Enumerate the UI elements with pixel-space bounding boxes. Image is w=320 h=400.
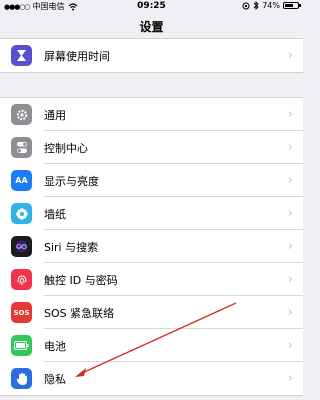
page-title: 设置: [139, 20, 164, 34]
battery-indicator: [283, 2, 301, 9]
chevron-right-icon: ›: [287, 48, 293, 63]
battery-icon: [11, 335, 32, 356]
settings-row-label: 显示与亮度: [44, 174, 99, 188]
settings-row-battery[interactable]: 电池 ›: [0, 329, 303, 362]
chevron-right-icon: ›: [287, 338, 293, 353]
chevron-right-icon: ›: [287, 305, 293, 320]
settings-row-label: SOS 紧急联络: [44, 306, 115, 320]
toggles-icon: [11, 137, 32, 158]
settings-row-label: 墙纸: [44, 207, 66, 221]
settings-row-control-center[interactable]: 控制中心 ›: [0, 131, 303, 164]
settings-row-label: 隐私: [44, 372, 66, 386]
text-size-glyph: AA: [15, 176, 28, 185]
status-right: 74%: [242, 1, 301, 10]
settings-row-display-brightness[interactable]: AA 显示与亮度 ›: [0, 164, 303, 197]
rotation-lock-icon: [242, 2, 250, 9]
hourglass-icon: [11, 45, 32, 66]
chevron-right-icon: ›: [287, 173, 293, 188]
battery-fill: [285, 4, 294, 7]
settings-row-label: 控制中心: [44, 141, 88, 155]
chevron-right-icon: ›: [287, 371, 293, 386]
general-settings-group: 通用 › 控制中心 › AA 显示与亮度 › 墙纸 › Siri 与搜索 › 触…: [0, 97, 303, 396]
bluetooth-icon: [253, 1, 259, 10]
screen-time-group: 屏幕使用时间 ›: [0, 38, 303, 73]
settings-row-touch-id-passcode[interactable]: 触控 ID 与密码 ›: [0, 263, 303, 296]
chevron-right-icon: ›: [287, 239, 293, 254]
status-bar: ●●●○○ 中国电信 09:25 74%: [0, 0, 303, 14]
flower-icon: [11, 203, 32, 224]
settings-row-wallpaper[interactable]: 墙纸 ›: [0, 197, 303, 230]
chevron-right-icon: ›: [287, 272, 293, 287]
settings-row-privacy[interactable]: 隐私 ›: [0, 362, 303, 395]
hand-icon: [11, 368, 32, 389]
settings-row-label: Siri 与搜索: [44, 240, 99, 254]
chevron-right-icon: ›: [287, 206, 293, 221]
gear-icon: [11, 104, 32, 125]
sos-glyph: SOS: [13, 308, 30, 317]
fingerprint-icon: [11, 269, 32, 290]
siri-icon: [11, 236, 32, 257]
settings-row-label: 屏幕使用时间: [44, 49, 110, 63]
sos-icon: SOS: [11, 302, 32, 323]
settings-row-emergency-sos[interactable]: SOS SOS 紧急联络 ›: [0, 296, 303, 329]
settings-row-label: 触控 ID 与密码: [44, 273, 118, 287]
text-size-icon: AA: [11, 170, 32, 191]
chevron-right-icon: ›: [287, 107, 293, 122]
settings-row-label: 通用: [44, 108, 66, 122]
battery-percent: 74%: [262, 1, 280, 10]
settings-row-screen-time[interactable]: 屏幕使用时间 ›: [0, 39, 303, 72]
settings-row-siri-search[interactable]: Siri 与搜索 ›: [0, 230, 303, 263]
settings-row-label: 电池: [44, 339, 66, 353]
chevron-right-icon: ›: [287, 140, 293, 155]
settings-row-general[interactable]: 通用 ›: [0, 98, 303, 131]
